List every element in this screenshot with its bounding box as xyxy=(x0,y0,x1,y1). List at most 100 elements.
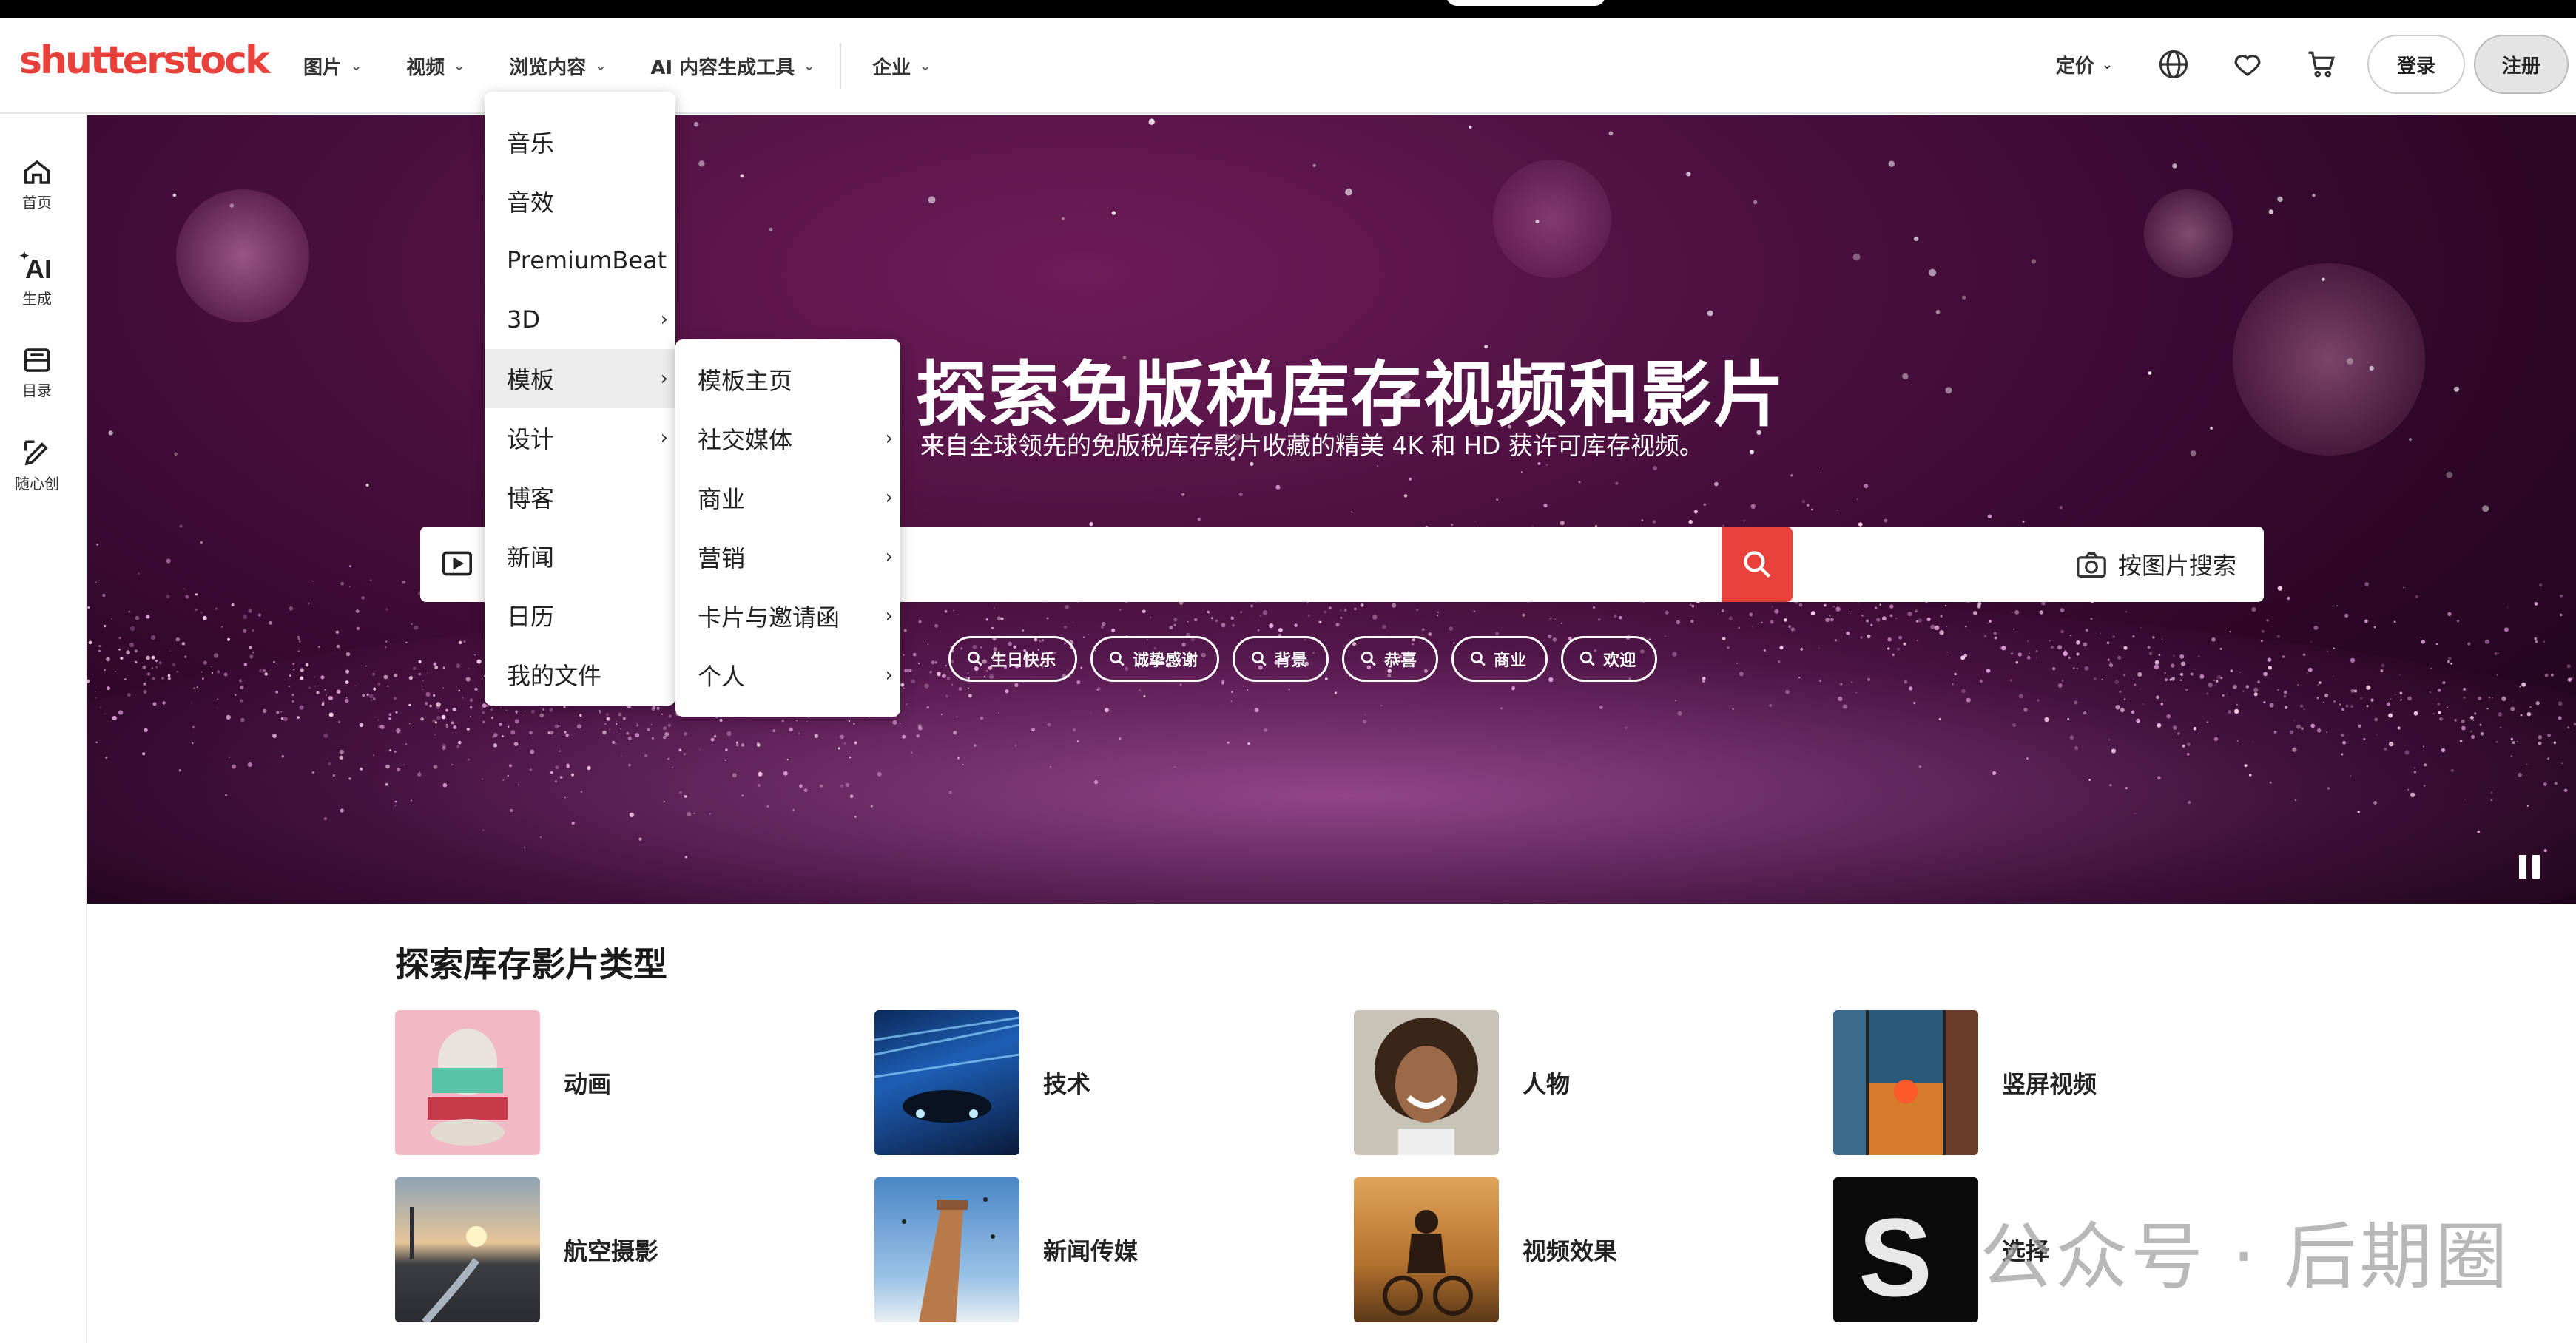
nav-enterprise[interactable]: 企业 ⌄ xyxy=(872,53,931,80)
particle xyxy=(314,686,316,687)
category-card-aerial[interactable]: 航空摄影 xyxy=(395,1177,809,1322)
cart-icon[interactable] xyxy=(2305,48,2338,81)
category-card-people[interactable]: 人物 xyxy=(1354,1010,1768,1155)
sidebar-item-catalog[interactable]: 目录 xyxy=(0,345,74,400)
particle xyxy=(2134,683,2137,686)
particle xyxy=(1689,603,1692,606)
submenu-item-cards-invitations[interactable]: 卡片与邀请函 › xyxy=(675,586,900,646)
heart-icon[interactable] xyxy=(2231,48,2264,81)
chip-birthday[interactable]: 生日快乐 xyxy=(948,636,1078,682)
particle xyxy=(1270,625,1272,626)
submenu-item-personal[interactable]: 个人 › xyxy=(675,646,900,705)
particle xyxy=(411,623,413,626)
globe-icon[interactable] xyxy=(2157,48,2190,81)
category-card-vertical-video[interactable]: 竖屏视频 xyxy=(1833,1010,2248,1155)
submenu-item-business[interactable]: 商业 › xyxy=(675,468,900,527)
particle xyxy=(2260,640,2263,643)
sparkle xyxy=(1608,131,1614,136)
sparkle xyxy=(2347,358,2353,365)
chip-congrats[interactable]: 恭喜 xyxy=(1342,636,1439,682)
particle xyxy=(1898,635,1903,640)
particle xyxy=(105,757,107,759)
particle xyxy=(143,682,146,686)
category-card-news-media[interactable]: 新闻传媒 xyxy=(874,1177,1289,1322)
menu-item-design[interactable]: 设计 › xyxy=(485,408,675,467)
particle xyxy=(2122,674,2125,677)
category-card-technology[interactable]: 技术 xyxy=(874,1010,1289,1155)
nav-browse[interactable]: 浏览内容 ⌄ xyxy=(509,53,606,80)
particle xyxy=(422,680,424,682)
particle xyxy=(247,762,252,768)
particle xyxy=(427,672,428,674)
menu-item-my-files[interactable]: 我的文件 xyxy=(485,645,675,704)
particle xyxy=(937,672,941,676)
login-button[interactable]: 登录 xyxy=(2367,35,2465,94)
particle xyxy=(289,674,291,677)
sidebar-item-home[interactable]: 首页 xyxy=(0,157,74,212)
particle xyxy=(2432,713,2435,715)
particle xyxy=(638,837,642,841)
menu-item-templates[interactable]: 模板 › xyxy=(485,349,675,408)
chip-welcome[interactable]: 欢迎 xyxy=(1561,636,1658,682)
search-button[interactable] xyxy=(1722,527,1793,602)
particle xyxy=(1727,646,1730,649)
particle xyxy=(840,734,844,740)
sparkle xyxy=(693,121,699,127)
nav-ai-tools[interactable]: AI 内容生成工具 ⌄ xyxy=(650,53,815,80)
particle xyxy=(664,731,670,737)
category-card-animation[interactable]: 动画 xyxy=(395,1010,809,1155)
chevron-right-icon: › xyxy=(660,427,668,449)
particle xyxy=(1102,621,1106,626)
particle xyxy=(2535,640,2538,643)
chip-background[interactable]: 背景 xyxy=(1233,636,1329,682)
particle xyxy=(530,749,535,754)
search-chips: 生日快乐 诚挚感谢 背景 恭喜 商业 欢迎 xyxy=(948,636,1670,682)
menu-item-music[interactable]: 音乐 xyxy=(485,112,675,172)
particle xyxy=(339,749,344,755)
particle xyxy=(1779,646,1784,650)
category-card-video-effects[interactable]: 视频效果 xyxy=(1354,1177,1768,1322)
particle xyxy=(98,649,101,652)
image-search-button[interactable]: 按图片搜索 xyxy=(2048,527,2264,602)
pause-button[interactable] xyxy=(2519,855,2541,879)
video-type-icon[interactable] xyxy=(441,549,473,581)
particle xyxy=(1851,681,1853,683)
nav-divider xyxy=(840,43,842,89)
particle xyxy=(192,725,195,728)
nav-pricing[interactable]: 定价 ⌄ xyxy=(2056,51,2113,78)
submenu-item-social-media[interactable]: 社交媒体 › xyxy=(675,409,900,468)
particle xyxy=(2413,711,2418,716)
particle xyxy=(1769,704,1773,707)
particle xyxy=(340,581,344,586)
menu-item-blog[interactable]: 博客 xyxy=(485,467,675,527)
chip-business[interactable]: 商业 xyxy=(1451,636,1548,682)
menu-item-news[interactable]: 新闻 xyxy=(485,527,675,586)
chevron-down-icon: ⌄ xyxy=(2101,56,2113,72)
nav-videos[interactable]: 视频 ⌄ xyxy=(406,53,465,80)
image-search-label: 按图片搜索 xyxy=(2117,552,2236,580)
nav-images[interactable]: 图片 ⌄ xyxy=(303,53,362,80)
menu-item-calendar[interactable]: 日历 xyxy=(485,586,675,645)
particle xyxy=(2140,688,2142,690)
signup-button[interactable]: 注册 xyxy=(2474,35,2569,94)
particle xyxy=(2495,741,2498,743)
chip-thanks[interactable]: 诚挚感谢 xyxy=(1090,636,1220,682)
menu-item-sound-effects[interactable]: 音效 xyxy=(485,172,675,231)
particle xyxy=(2450,768,2454,772)
particle xyxy=(2022,520,2025,523)
particle xyxy=(2461,725,2466,731)
submenu-item-marketing[interactable]: 营销 › xyxy=(675,527,900,586)
particle xyxy=(2154,660,2159,665)
menu-item-premiumbeat[interactable]: PremiumBeat xyxy=(485,231,675,290)
menu-item-3d[interactable]: 3D › xyxy=(485,290,675,349)
particle xyxy=(1887,647,1890,650)
submenu-item-templates-home[interactable]: 模板主页 xyxy=(675,350,900,409)
category-thumbnail xyxy=(1354,1177,1499,1322)
particle xyxy=(602,730,607,735)
particle xyxy=(903,629,907,632)
sidebar-item-create[interactable]: 随心创 xyxy=(0,438,74,493)
particle xyxy=(598,709,601,712)
sidebar-item-generate[interactable]: AI 生成 xyxy=(0,248,74,308)
particle xyxy=(176,671,178,673)
logo[interactable]: shutterstock xyxy=(19,38,271,83)
